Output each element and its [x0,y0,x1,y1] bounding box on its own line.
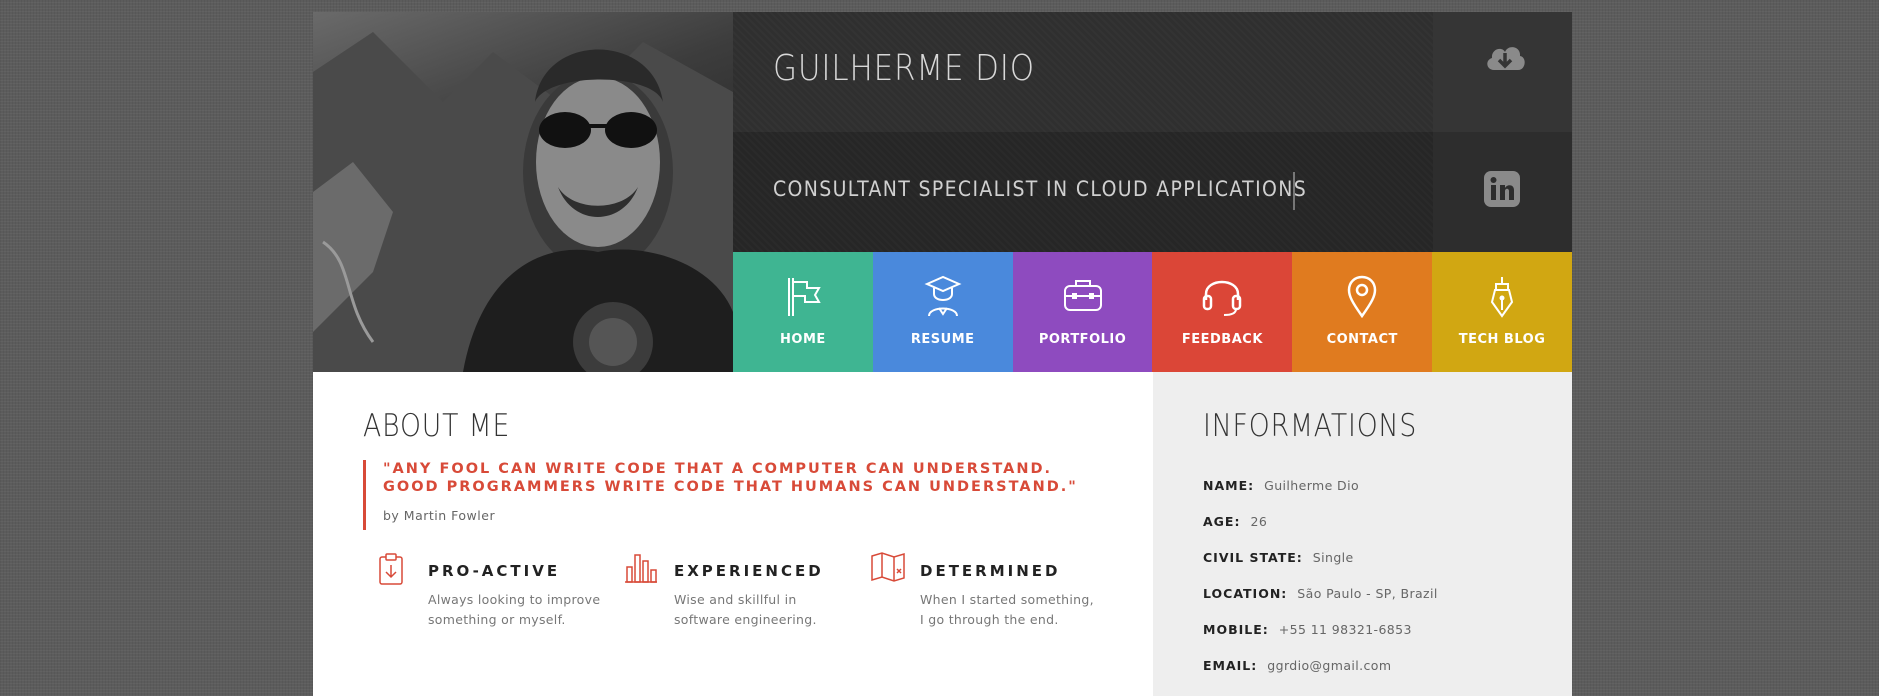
nav-home[interactable]: HOME [733,252,873,372]
feature-desc: Always looking to improve something or m… [428,590,618,630]
cloud-download-icon[interactable] [1483,40,1527,76]
clipboard-down-icon [379,553,403,585]
info-value[interactable]: +55 11 98321-6853 [1279,622,1412,637]
map-pin-icon [1347,275,1377,318]
nav-contact[interactable]: CONTACT [1292,252,1433,372]
info-section: INFORMATIONS NAME: Guilherme Dio AGE: 26 C… [1153,372,1572,696]
resume-card: GUILHERME DIO CONSULTANT SPECIALIST IN C… [313,12,1572,696]
headset-icon [1203,280,1242,316]
download-cv-cell[interactable] [1433,12,1572,132]
name-bar: GUILHERME DIO [733,12,1433,132]
nav-label: FEEDBACK [1181,332,1263,347]
nav-portfolio[interactable]: PORTFOLIO [1012,252,1153,372]
nav-label: PORTFOLIO [1038,332,1127,347]
nav-label: HOME [780,332,826,347]
info-value: São Paulo - SP, Brazil [1297,586,1438,601]
feature-desc-line: When I started something, [920,592,1094,607]
info-key: NAME: [1203,478,1255,493]
info-row-mobile: MOBILE: +55 11 98321-6853 [1203,622,1412,637]
typing-caret [1293,172,1295,210]
profile-photo [313,12,733,372]
info-row-location: LOCATION: São Paulo - SP, Brazil [1203,586,1438,601]
linkedin-cell[interactable] [1433,132,1572,252]
info-key: LOCATION: [1203,586,1288,601]
profile-title: CONSULTANT SPECIALIST IN CLOUD APPLICATI… [773,177,1308,201]
feature-title: PRO-ACTIVE [428,562,561,580]
info-key: EMAIL: [1203,658,1258,673]
quote-line-2: GOOD PROGRAMMERS WRITE CODE THAT HUMANS … [383,479,1078,495]
quote-block: "ANY FOOL CAN WRITE CODE THAT A COMPUTER… [363,460,1143,530]
nav-label: CONTACT [1326,332,1398,347]
nav-resume[interactable]: RESUME [872,252,1013,372]
feature-desc: Wise and skillful in software engineerin… [674,590,864,630]
flag-icon [787,278,821,316]
info-row-name: NAME: Guilherme Dio [1203,478,1359,493]
main-nav: HOME RESUME PORTFOLIO FEEDBACK CONTACT T… [733,252,1572,372]
feature-desc-line: software engineering. [674,612,817,627]
info-key: CIVIL STATE: [1203,550,1303,565]
feature-desc-line: something or myself. [428,612,566,627]
feature-desc: When I started something, I go through t… [920,590,1110,630]
feature-desc-line: Always looking to improve [428,592,601,607]
info-value: 26 [1250,514,1268,529]
nav-label: TECH BLOG [1458,332,1546,347]
nav-label: RESUME [910,332,975,347]
briefcase-icon [1063,280,1102,311]
bar-chart-icon [625,554,657,583]
info-key: AGE: [1203,514,1241,529]
info-row-age: AGE: 26 [1203,514,1267,529]
quote-line-1: "ANY FOOL CAN WRITE CODE THAT A COMPUTER… [383,461,1053,477]
pen-nib-icon [1490,277,1514,318]
info-value: Guilherme Dio [1264,478,1359,493]
info-row-email: EMAIL: ggrdio@gmail.com [1203,658,1391,673]
feature-desc-line: Wise and skillful in [674,592,797,607]
title-bar: CONSULTANT SPECIALIST IN CLOUD APPLICATI… [733,132,1433,252]
quote-author: by Martin Fowler [383,508,496,523]
info-value: Single [1312,550,1354,565]
about-heading: ABOUT ME [363,408,511,444]
info-heading: INFORMATIONS [1203,408,1418,444]
nav-feedback[interactable]: FEEDBACK [1152,252,1293,372]
about-section: ABOUT ME "ANY FOOL CAN WRITE CODE THAT A… [313,372,1153,696]
linkedin-icon[interactable] [1483,170,1521,208]
nav-tech-blog[interactable]: TECH BLOG [1432,252,1572,372]
info-key: MOBILE: [1203,622,1269,637]
graduate-icon [924,275,962,317]
feature-title: DETERMINED [920,562,1061,580]
profile-name: GUILHERME DIO [773,48,1036,89]
feature-title: EXPERIENCED [674,562,824,580]
map-icon [871,552,905,582]
info-value[interactable]: ggrdio@gmail.com [1267,658,1391,673]
info-row-civil-state: CIVIL STATE: Single [1203,550,1354,565]
feature-desc-line: I go through the end. [920,612,1059,627]
